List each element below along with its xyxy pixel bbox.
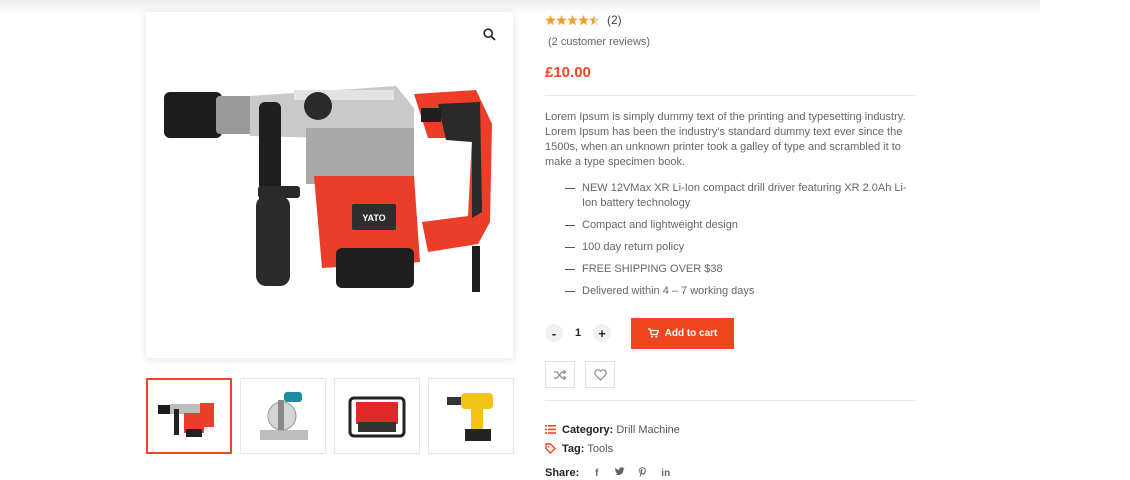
- feature-list: NEW 12VMax XR Li-Ion compact drill drive…: [545, 181, 915, 299]
- thumbnail-hammer-drill[interactable]: [146, 378, 232, 454]
- quantity-input[interactable]: [565, 327, 591, 339]
- thumbnail-generator[interactable]: [334, 378, 420, 454]
- add-to-cart-button[interactable]: Add to cart: [631, 317, 734, 349]
- pinterest-icon[interactable]: [631, 466, 654, 480]
- tag-label: Tag:: [562, 442, 585, 455]
- tag-link[interactable]: Tools: [587, 443, 613, 455]
- thumbnail-miter-saw[interactable]: [240, 378, 326, 454]
- share-label: Share:: [545, 467, 580, 479]
- customer-reviews-link[interactable]: (2 customer reviews): [548, 36, 650, 48]
- feature-text: Compact and lightweight design: [582, 219, 738, 231]
- feature-text: FREE SHIPPING OVER $38: [582, 263, 723, 275]
- star-rating: [545, 14, 601, 26]
- rating-count: (2): [607, 13, 622, 27]
- facebook-icon[interactable]: f: [585, 468, 608, 479]
- thumbnail-strip: [146, 378, 514, 454]
- wishlist-button[interactable]: [585, 361, 615, 388]
- category-line: Category: Drill Machine: [545, 420, 915, 439]
- heart-icon: [593, 368, 607, 381]
- feature-text: 100 day return policy: [582, 241, 685, 253]
- shuffle-icon: [554, 369, 567, 380]
- main-product-image[interactable]: YATO: [146, 12, 513, 358]
- feature-item: Delivered within 4 – 7 working days: [545, 284, 915, 299]
- category-label: Category:: [562, 423, 614, 436]
- hammer-drill-image: YATO: [164, 86, 492, 292]
- product-price: £10.00: [545, 64, 591, 81]
- share-row: Share: f in: [545, 465, 915, 480]
- feature-item: 100 day return policy: [545, 240, 915, 255]
- feature-text: NEW 12VMax XR Li-Ion compact drill drive…: [582, 182, 907, 209]
- add-to-cart-label: Add to cart: [664, 327, 718, 339]
- thumbnail-cordless-drill[interactable]: [428, 378, 514, 454]
- feature-item: NEW 12VMax XR Li-Ion compact drill drive…: [545, 181, 915, 211]
- brand-logo-text: YATO: [362, 213, 385, 223]
- quantity-minus-button[interactable]: -: [545, 324, 563, 342]
- list-icon: [545, 425, 556, 434]
- add-to-cart-row: - + Add to cart: [545, 317, 915, 349]
- quantity-plus-button[interactable]: +: [593, 324, 611, 342]
- compare-button[interactable]: [545, 361, 575, 388]
- feature-item: FREE SHIPPING OVER $38: [545, 262, 915, 277]
- linkedin-icon[interactable]: in: [654, 468, 677, 479]
- feature-item: Compact and lightweight design: [545, 218, 915, 233]
- feature-text: Delivered within 4 – 7 working days: [582, 285, 755, 297]
- tag-icon: [545, 443, 556, 454]
- tag-line: Tag: Tools: [545, 439, 915, 458]
- divider: [545, 400, 915, 401]
- twitter-icon[interactable]: [608, 467, 631, 479]
- cart-icon: [647, 328, 659, 338]
- product-summary: (2) (2 customer reviews) £10.00 Lorem Ip…: [545, 10, 915, 480]
- product-meta: Category: Drill Machine Tag: Tools: [545, 420, 915, 458]
- secondary-actions: [545, 361, 915, 388]
- zoom-icon[interactable]: [479, 24, 499, 44]
- product-description: Lorem Ipsum is simply dummy text of the …: [545, 111, 906, 168]
- category-link[interactable]: Drill Machine: [616, 424, 680, 436]
- divider: [545, 95, 915, 96]
- rating-row: (2): [545, 10, 915, 30]
